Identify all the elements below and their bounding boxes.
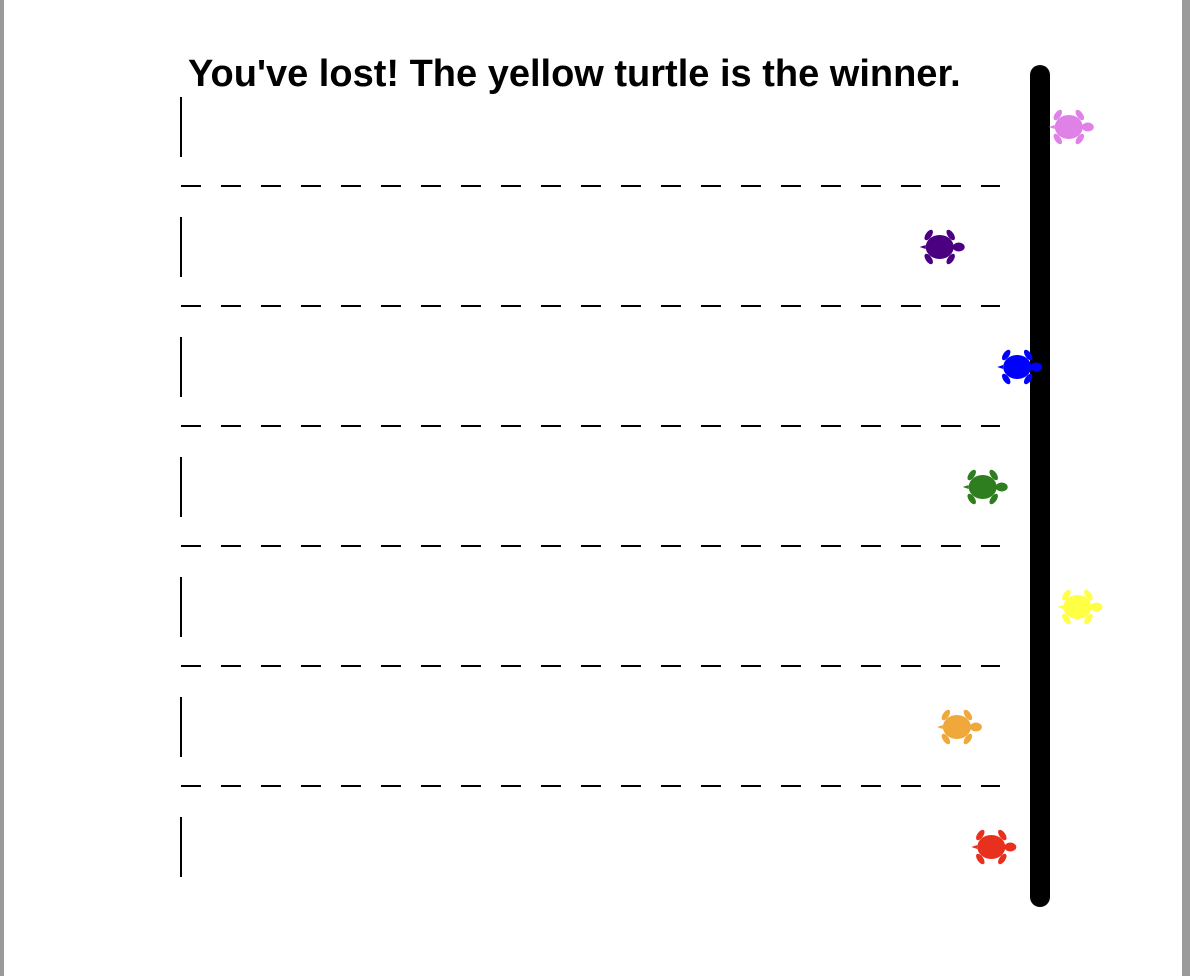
turtle-red [971,829,1017,865]
turtle-yellow [1057,589,1103,625]
lane-dividers [181,185,1000,787]
turtle-violet [1048,109,1094,145]
turtle-green [962,469,1008,505]
turtle-orange [936,709,982,745]
turtle-indigo [919,229,965,265]
race-track [180,65,1103,907]
turtles [919,109,1103,865]
